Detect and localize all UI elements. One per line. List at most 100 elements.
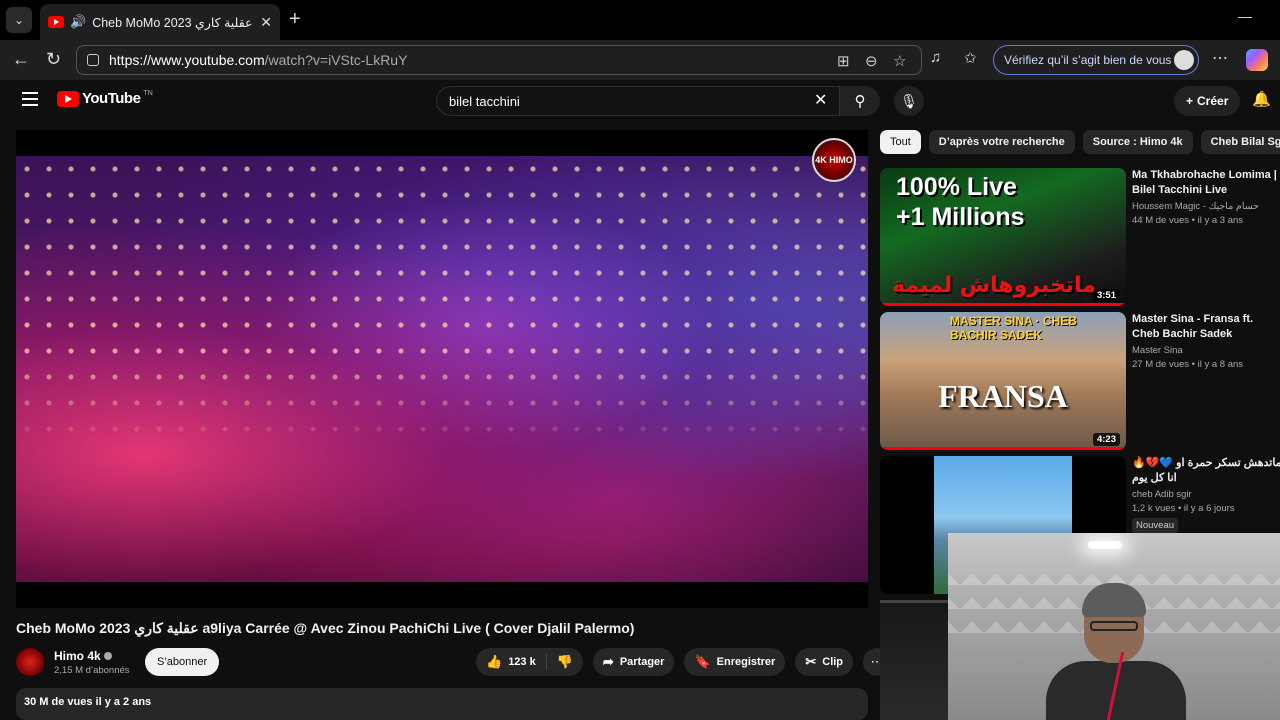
list-item[interactable]: MASTER SINA · CHEB BACHIR SADEK FRANSA 4… xyxy=(880,312,1280,450)
youtube-favicon-icon xyxy=(48,16,64,28)
tab-title: Cheb MoMo 2023 عقلية كاري xyxy=(92,15,253,30)
clear-search-icon[interactable]: ✕ xyxy=(814,90,827,110)
share-icon: ➦ xyxy=(602,654,614,669)
stage-lights xyxy=(16,156,868,582)
duration-badge: 3:51 xyxy=(1092,289,1120,302)
zoom-icon[interactable]: ⊖ xyxy=(865,52,878,70)
dislike-button[interactable]: 👎 xyxy=(547,648,583,676)
channel-avatar[interactable] xyxy=(16,648,44,676)
video-player[interactable]: 4K HIMO xyxy=(16,130,868,608)
new-badge: Nouveau xyxy=(1132,518,1179,533)
lock-icon xyxy=(87,54,99,66)
search-icon: ⚲ xyxy=(854,93,866,110)
search-query: bilel tacchini xyxy=(449,93,520,109)
channel-owner[interactable]: Himo 4k 2,15 M d’abonnés xyxy=(16,646,130,678)
thumb-text: +1 Millions xyxy=(896,203,1025,231)
create-label: Créer xyxy=(1197,94,1229,108)
video-thumbnail[interactable]: 100% Live +1 Millions ماتخبروهاش لميمة 3… xyxy=(880,168,1126,306)
plus-icon: + xyxy=(1186,94,1194,108)
like-count: 123 k xyxy=(508,656,536,668)
favorites-icon[interactable]: ✩ xyxy=(964,49,977,67)
subscribe-button[interactable]: S’abonner xyxy=(145,648,220,676)
like-dislike-group: 👍 123 k 👎 xyxy=(476,648,583,676)
back-icon[interactable]: ← xyxy=(12,49,30,70)
new-tab-icon[interactable]: + xyxy=(289,8,301,31)
share-label: Partager xyxy=(619,656,665,668)
chip-source-himo[interactable]: Source : Himo 4k xyxy=(1082,130,1193,154)
favorite-star-icon[interactable]: ☆ xyxy=(893,52,906,70)
rec-channel[interactable]: Master Sina xyxy=(1132,345,1280,356)
browser-menu-icon[interactable]: ⋯ xyxy=(1212,48,1228,68)
save-button[interactable]: 🔖 Enregistrer xyxy=(684,648,786,676)
rec-meta: 44 M de vues • il y a 3 ans xyxy=(1132,215,1244,226)
youtube-play-icon xyxy=(57,90,79,107)
url-path: /watch?v=iVStc-LkRuY xyxy=(264,52,408,68)
list-item[interactable]: 100% Live +1 Millions ماتخبروهاش لميمة 3… xyxy=(880,168,1280,306)
url-input[interactable]: https://www.youtube.com/watch?v=iVStc-Lk… xyxy=(76,45,922,75)
share-button[interactable]: ➦ Partager xyxy=(592,648,675,676)
thumbs-up-icon: 👍 xyxy=(486,654,503,669)
clip-label: Clip xyxy=(822,656,844,668)
video-actions: 👍 123 k 👎 ➦ Partager 🔖 Enregistrer ✂ Cli… xyxy=(476,648,892,676)
rec-channel[interactable]: Houssem Magic - حسام ماجيك xyxy=(1132,201,1280,212)
save-label: Enregistrer xyxy=(716,656,776,668)
thumb-text: MASTER SINA · CHEB BACHIR SADEK xyxy=(950,314,1077,342)
rec-title[interactable]: 🔥💔💙 ماتدهش تسكر حمرة او انا كل يوم xyxy=(1132,456,1280,486)
ceiling-light xyxy=(1088,541,1122,549)
rec-meta: 27 M de vues • il y a 8 ans xyxy=(1132,359,1244,370)
webcam-overlay xyxy=(948,533,1280,720)
clip-button[interactable]: ✂ Clip xyxy=(795,648,854,676)
video-thumbnail[interactable]: MASTER SINA · CHEB BACHIR SADEK FRANSA 4… xyxy=(880,312,1126,450)
app-grid-icon[interactable]: ⊞ xyxy=(837,52,850,70)
notifications-bell-icon[interactable]: 🔔 xyxy=(1252,90,1271,108)
chip-all[interactable]: Tout xyxy=(880,130,921,154)
bookmark-icon: 🔖 xyxy=(694,654,711,669)
youtube-header: YouTube TN bilel tacchini ✕ ⚲ 🎙 + Créer … xyxy=(0,80,1280,122)
filter-chips: Tout D’après votre recherche Source : Hi… xyxy=(880,130,1280,156)
youtube-logo[interactable]: YouTube TN xyxy=(57,90,153,107)
address-bar-row: ← ↻ https://www.youtube.com/watch?v=iVSt… xyxy=(0,40,1280,80)
tab-list-button[interactable]: ⌄ xyxy=(6,7,32,33)
list-item-partial[interactable] xyxy=(880,600,948,720)
duration-badge: 4:23 xyxy=(1092,433,1120,446)
chip-bilal-sghir[interactable]: Cheb Bilal Sghir xyxy=(1200,130,1280,154)
person-beanie xyxy=(1082,583,1146,617)
channel-name[interactable]: Himo 4k xyxy=(54,649,101,663)
like-button[interactable]: 👍 123 k xyxy=(476,648,546,676)
logo-text: YouTube xyxy=(82,90,141,107)
thumb-text: FRANSA xyxy=(938,378,1068,414)
browser-tab-bar: ⌄ 🔊 Cheb MoMo 2023 عقلية كاري ✕ + — xyxy=(0,0,1280,40)
voice-search-button[interactable]: 🎙 xyxy=(894,86,924,116)
search-button[interactable]: ⚲ xyxy=(840,86,880,116)
rec-title[interactable]: Master Sina - Fransa ft. Cheb Bachir Sad… xyxy=(1132,312,1280,342)
speaker-icon[interactable]: 🔊 xyxy=(70,14,86,30)
verify-label: Vérifiez qu’il s’agit bien de vous xyxy=(1004,53,1172,67)
video-title: Cheb MoMo 2023 عقلية كاري a9liya Carrée … xyxy=(16,620,635,636)
search-input[interactable]: bilel tacchini xyxy=(436,86,840,116)
thumb-arabic-text: ماتخبروهاش لميمة xyxy=(892,273,1096,298)
thumb-text: 100% Live xyxy=(896,173,1017,201)
watch-progress-bar xyxy=(880,447,1126,450)
person-glasses xyxy=(1090,621,1138,631)
media-control-icon[interactable]: ♫ xyxy=(930,49,941,66)
subscriber-count: 2,15 M d’abonnés xyxy=(54,664,130,676)
profile-avatar xyxy=(1174,50,1194,70)
rec-channel[interactable]: cheb Adib sgir xyxy=(1132,489,1280,500)
chip-from-search[interactable]: D’après votre recherche xyxy=(928,130,1075,154)
country-code: TN xyxy=(143,90,153,97)
reload-icon[interactable]: ↻ xyxy=(46,49,61,70)
hamburger-menu-icon[interactable] xyxy=(22,92,38,106)
browser-tab[interactable]: 🔊 Cheb MoMo 2023 عقلية كاري ✕ xyxy=(40,4,280,40)
microphone-icon: 🎙 xyxy=(900,92,918,109)
close-tab-icon[interactable]: ✕ xyxy=(260,14,272,31)
create-button[interactable]: + Créer xyxy=(1174,86,1241,116)
verified-icon xyxy=(103,651,112,660)
thumbs-down-icon: 👎 xyxy=(556,654,573,669)
webcam-person xyxy=(1046,583,1186,720)
profile-verify-button[interactable]: Vérifiez qu’il s’agit bien de vous xyxy=(993,45,1199,75)
channel-watermark[interactable]: 4K HIMO xyxy=(812,138,856,182)
minimize-icon[interactable]: — xyxy=(1238,8,1252,24)
description-box[interactable]: 30 M de vues il y a 2 ans xyxy=(16,688,868,720)
copilot-icon[interactable] xyxy=(1246,49,1268,71)
rec-title[interactable]: Ma Tkhabrohache Lomima | Bilel Tacchini … xyxy=(1132,168,1280,198)
